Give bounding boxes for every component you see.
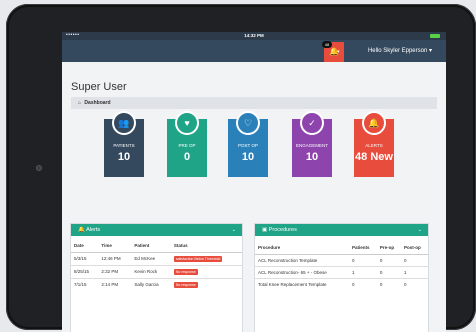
table-row[interactable]: 7/1/15 2:14 PM Sally Garcia No response [71,278,242,291]
procedure-post-op: 1 [400,266,428,279]
table-row[interactable]: ACL Reconstruction- 65 + - Obese 1 0 1 [255,266,428,279]
tile-value: 10 [241,151,255,163]
alerts-panel-title: Alerts [86,227,101,233]
tile-label: ENGAGEMENT [295,143,328,148]
alerts-panel-header[interactable]: 🔔 Alerts ⌄ [71,224,242,236]
page-title: Super User [71,81,127,93]
table-row[interactable]: 8/25/15 2:32 PM Kevin Rock No response [71,265,242,279]
chevron-down-icon[interactable]: ⌄ [232,224,236,236]
status-badge: No response [173,282,198,288]
procedure-pre-op: 0 [376,266,401,279]
picture-icon: ▣ [262,227,268,233]
procedure-pre-op: 0 [376,278,401,290]
column-header-patient: Patient [131,236,171,253]
check-circle-icon: ✓ [300,111,324,135]
tile-value: 0 [183,151,191,163]
tile-engagement[interactable]: ✓ ENGAGEMENT 10 [292,111,332,177]
procedure-name[interactable]: ACL Reconstruction- 65 + - Obese [255,266,349,279]
tile-pre-op[interactable]: ♥ PRE OP 0 [167,111,207,177]
procedure-post-op: 0 [400,278,428,290]
tablet-frame: •••••• 14:32 PM 48 🔔 ▾ Hello Skyler Eppe… [6,4,476,332]
alert-time: 2:14 PM [98,278,132,291]
alert-patient[interactable]: Kevin Rock [131,265,171,279]
column-header-status: Status [170,236,242,253]
procedures-panel-header[interactable]: ▣ Procedures ⌄ [255,224,428,236]
breadcrumb-dashboard[interactable]: Dashboard [84,100,110,106]
stat-tiles: 👥 PATIENTS 10 ♥ PRE OP 0 ♡ POST OP 10 ✓ … [71,111,437,207]
chevron-down-icon[interactable]: ⌄ [418,224,422,236]
bell-icon: 🔔 [362,111,386,135]
column-header-post-op: Post-op [400,238,428,255]
alerts-panel: 🔔 Alerts ⌄ Date Time Patient Status 5/3/… [71,224,242,332]
procedure-patients: 0 [349,278,377,290]
patients-icon: 👥 [112,111,136,135]
status-bar: •••••• 14:32 PM [62,32,446,40]
procedure-name[interactable]: ACL Reconstruction Template [255,254,349,267]
procedure-patients: 0 [349,254,377,267]
column-header-procedure: Procedure [255,238,349,255]
bell-icon: 🔔 [78,227,85,233]
screen: •••••• 14:32 PM 48 🔔 ▾ Hello Skyler Eppe… [62,32,446,332]
tile-value: 10 [117,151,131,163]
procedures-table: Procedure Patients Pre-op Post-op ACL Re… [255,238,428,290]
heart-icon: ♥ [175,111,199,135]
table-row[interactable]: ACL Reconstruction Template 0 0 0 [255,254,428,267]
column-header-patients: Patients [349,238,377,255]
alerts-dropdown-button[interactable]: 48 🔔 ▾ [322,41,344,62]
tile-label: PATIENTS [113,143,135,148]
camera [36,165,42,171]
procedures-panel-title: Procedures [268,227,297,233]
heart-outline-icon: ♡ [236,111,260,135]
home-icon: ⌂ [78,100,82,106]
user-menu[interactable]: Hello Skyler Epperson ▾ [368,47,432,55]
alert-time: 12:46 PM [98,252,132,266]
status-time: 14:32 PM [244,33,264,38]
tile-post-op[interactable]: ♡ POST OP 10 [228,111,268,177]
alerts-table: Date Time Patient Status 5/3/15 12:46 PM… [71,236,242,291]
user-greeting[interactable]: Hello Skyler Epperson ▾ [368,48,432,54]
alert-date: 7/1/15 [71,278,99,291]
alert-patient[interactable]: Ed McKee [131,252,171,266]
procedure-pre-op: 0 [376,254,401,267]
alert-time: 2:32 PM [98,265,132,279]
battery-icon [430,34,440,38]
procedures-panel: ▣ Procedures ⌄ Procedure Patients Pre-op… [255,224,428,332]
main-content: Super User ⌂ Dashboard 👥 PATIENTS 10 ♥ P… [62,62,446,207]
chevron-down-icon: ▾ [337,49,340,55]
tile-label: ALERTS [365,143,383,148]
alert-date: 8/25/15 [71,265,99,279]
top-navbar: 48 🔔 ▾ Hello Skyler Epperson ▾ [62,40,446,62]
alert-patient[interactable]: Sally Garcia [131,278,171,291]
status-badge: satisfaction Below Threshold [173,256,223,262]
procedure-patients: 1 [349,266,377,279]
tile-patients[interactable]: 👥 PATIENTS 10 [104,111,144,177]
tile-label: PRE OP [178,143,196,148]
tile-alerts[interactable]: 🔔 ALERTS 48 New [354,111,394,177]
breadcrumb: ⌂ Dashboard [71,97,437,109]
procedure-post-op: 0 [400,254,428,267]
procedure-name[interactable]: Total Knee Replacement Template [255,278,349,290]
tile-label: POST OP [238,143,258,148]
tile-value: 10 [305,151,319,163]
column-header-time: Time [98,236,132,253]
table-row[interactable]: 5/3/15 12:46 PM Ed McKee satisfaction Be… [71,252,242,266]
alert-date: 5/3/15 [71,252,99,266]
table-row[interactable]: Total Knee Replacement Template 0 0 0 [255,278,428,290]
column-header-date: Date [71,236,99,253]
status-badge: No response [173,269,198,275]
column-header-pre-op: Pre-op [376,238,401,255]
tile-value: 48 New [355,151,393,163]
